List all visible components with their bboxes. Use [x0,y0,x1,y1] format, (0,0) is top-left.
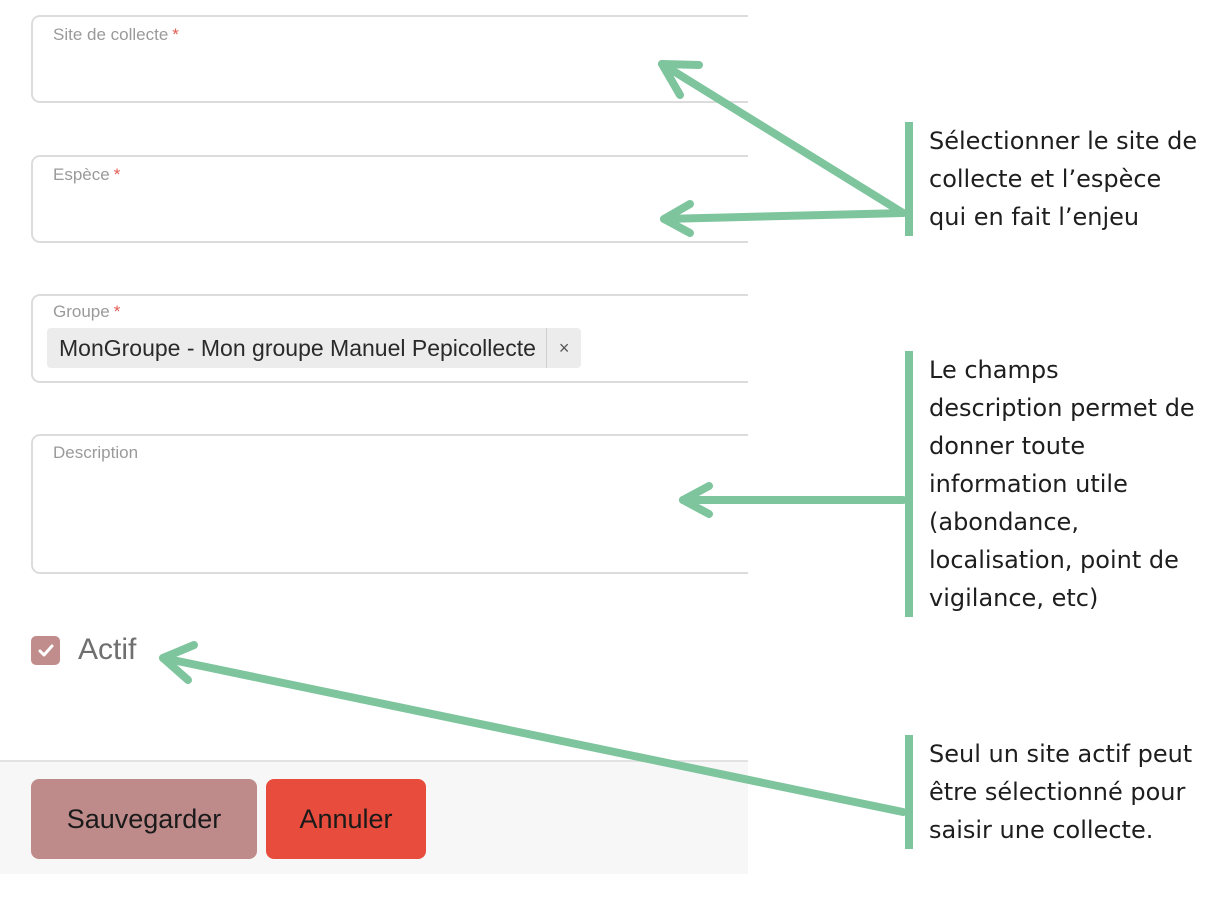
required-mark: * [172,25,179,44]
group-field[interactable]: Groupe * MonGroupe - Mon groupe Manuel Pe… [31,294,748,383]
required-mark: * [113,302,121,321]
required-mark: * [113,165,121,184]
active-label: Actif [78,633,137,666]
annotation-active: Seul un site actif peut être sélectionné… [905,735,1199,849]
check-icon [38,644,53,656]
cancel-button[interactable]: Annuler [266,779,426,859]
site-field[interactable]: Site de collecte * [31,15,748,103]
annotation-description: Le champs description permet de donner t… [905,351,1199,617]
save-button[interactable]: Sauvegarder [31,779,257,859]
site-field-label: Site de collecte * [53,25,179,44]
active-checkbox-row[interactable]: Actif [31,633,136,667]
species-field-label: Espèce * [53,165,121,184]
annotation-site-species: Sélectionner le site de collecte et l’es… [905,122,1199,236]
tag-remove-icon[interactable]: × [545,328,582,368]
active-checkbox[interactable] [31,635,60,665]
annotation-active-text: Seul un site actif peut être sélectionné… [929,740,1193,844]
group-tag: MonGroupe - Mon groupe Manuel Pepicollec… [47,328,582,368]
group-field-label: Groupe * [53,302,121,321]
annotation-description-text: Le champs description permet de donner t… [929,356,1195,612]
species-field[interactable]: Espèce * [31,155,748,243]
site-form: Site de collecte * Espèce * Groupe * MonGro… [0,0,748,898]
description-field[interactable]: Description [31,434,748,574]
group-tag-label: MonGroupe - Mon groupe Manuel Pepicollec… [59,334,536,361]
annotation-site-species-text: Sélectionner le site de collecte et l’es… [929,127,1198,231]
description-field-label: Description [53,443,139,462]
